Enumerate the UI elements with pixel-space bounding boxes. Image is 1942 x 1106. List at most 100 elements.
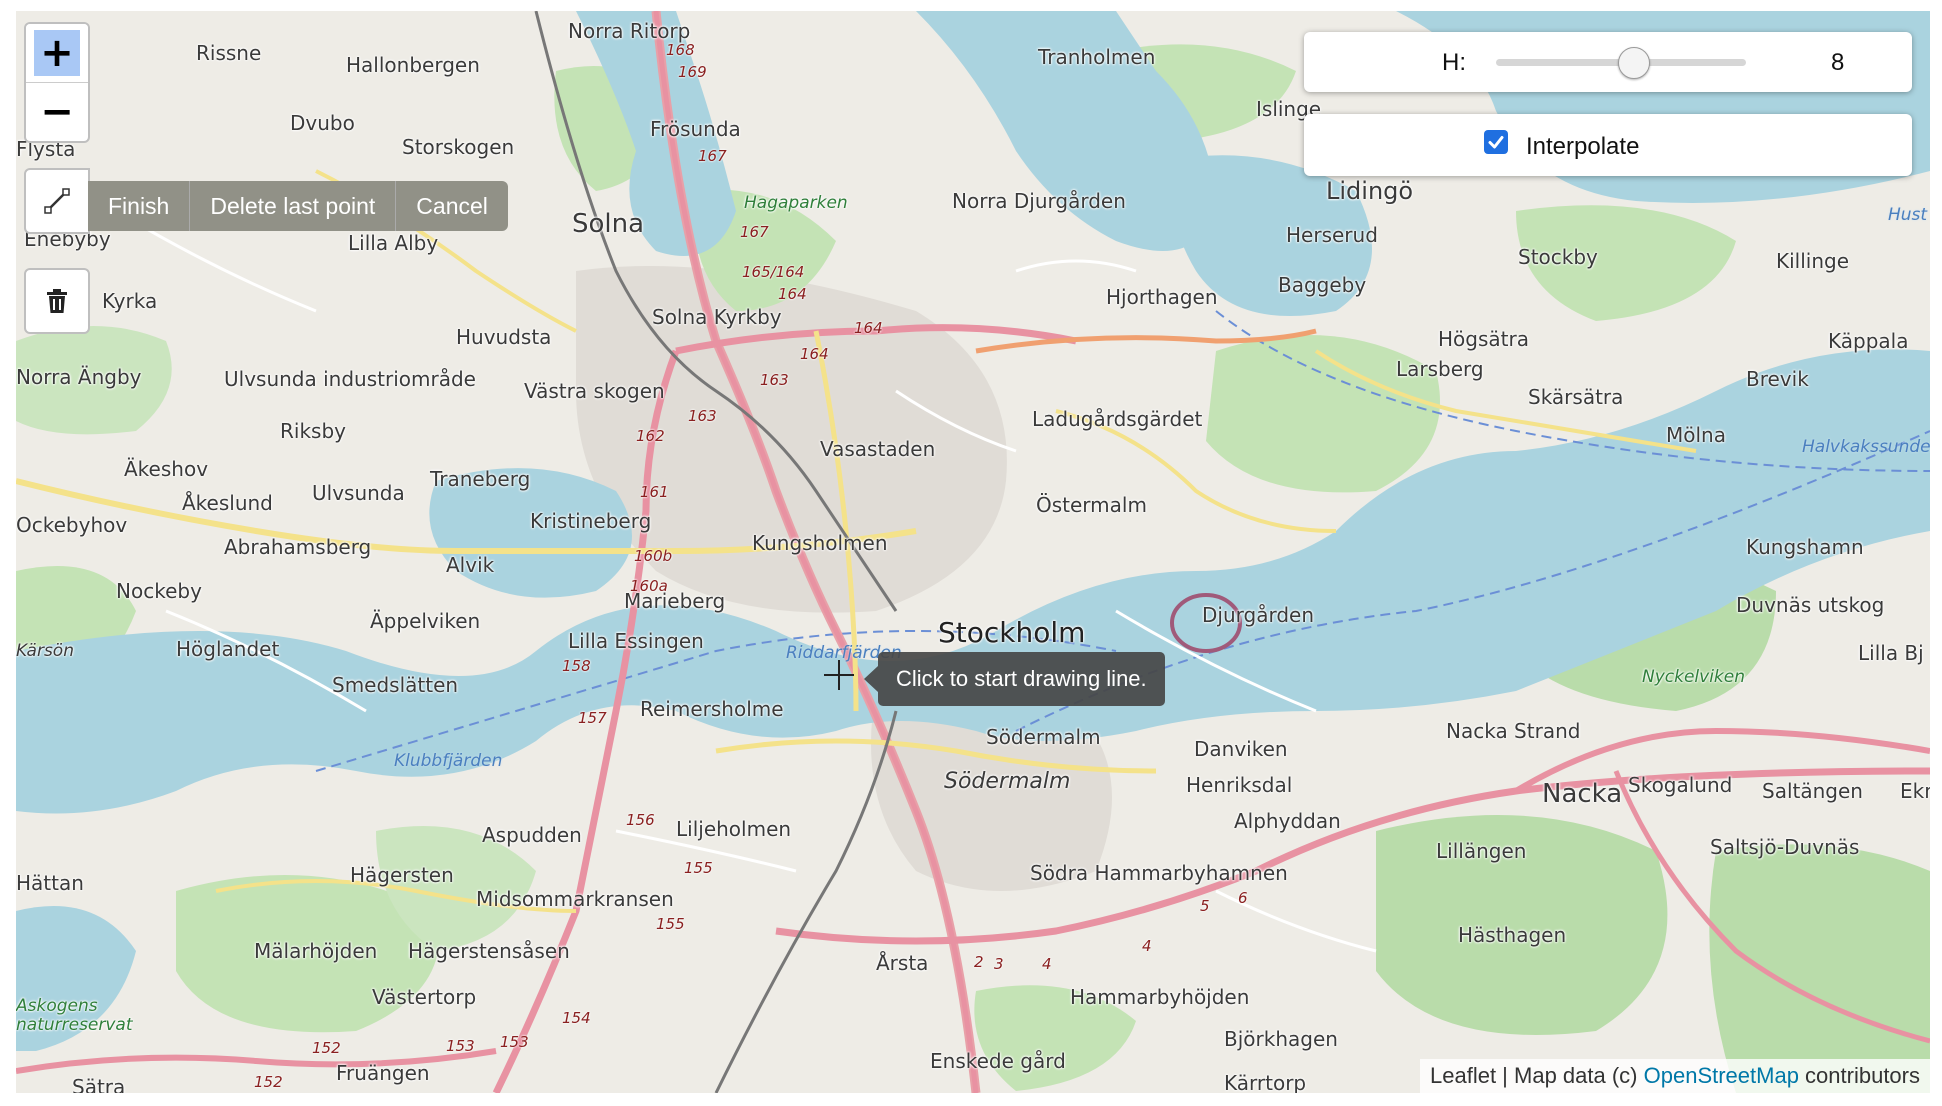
map-label: Mälarhöjden (254, 939, 378, 963)
map-label: Skogalund (1628, 773, 1733, 797)
road-shield: 153 (500, 1033, 529, 1051)
road-shield: 4 (1142, 937, 1152, 955)
map-label: Lilla Essingen (568, 629, 704, 653)
map-label: Åkeslund (182, 491, 273, 515)
map-label: Liljeholmen (676, 817, 792, 841)
map-label: Nockeby (116, 579, 202, 603)
checkmark-icon (1488, 136, 1504, 149)
map-label: Huvudsta (456, 325, 552, 349)
road-shield: 161 (640, 483, 669, 501)
map-label: Södermalm (944, 769, 1071, 794)
map-label: Ockebyhov (16, 513, 128, 537)
osm-link[interactable]: OpenStreetMap (1644, 1063, 1799, 1088)
road-shield: 169 (678, 63, 707, 81)
map-label: Midsommarkransen (476, 887, 674, 911)
map-label: Saltängen (1762, 779, 1863, 803)
map-label: Smedslätten (332, 673, 459, 697)
park-label: Nyckelviken (1642, 667, 1746, 687)
zoom-control: + − (24, 22, 90, 143)
map-label: Solna (572, 209, 645, 239)
water-label: Hust (1888, 205, 1928, 225)
interpolate-checkbox[interactable] (1484, 130, 1508, 154)
finish-button[interactable]: Finish (88, 181, 189, 231)
map-label: Djurgården (1202, 603, 1315, 627)
delete-last-point-button[interactable]: Delete last point (189, 181, 395, 231)
attribution-prefix: Leaflet | Map data (c) (1430, 1063, 1644, 1088)
map-label: Lillängen (1436, 839, 1527, 863)
draw-actions-bar: Finish Delete last point Cancel (88, 181, 508, 231)
map-label: Ekn (1900, 779, 1930, 803)
map-label: Nacka Strand (1446, 719, 1581, 743)
map-label: Storskogen (402, 135, 515, 159)
draw-polyline-button[interactable] (24, 168, 90, 234)
map-label: Saltsjö-Duvnäs (1710, 835, 1860, 859)
map-label: Henriksdal (1186, 773, 1293, 797)
map-label: Tranholmen (1038, 45, 1156, 69)
map-label: Baggeby (1278, 273, 1367, 297)
interpolate-panel: Interpolate (1304, 114, 1912, 176)
map-label: Årsta (876, 951, 929, 975)
attribution: Leaflet | Map data (c) OpenStreetMap con… (1420, 1059, 1930, 1093)
map-label: Dvubo (290, 111, 355, 135)
map-label: Södra Hammarbyhamnen (1030, 861, 1288, 885)
road-shield: 162 (636, 427, 665, 445)
map-label: Lilla Alby (348, 231, 439, 255)
map-label: Nacka (1542, 779, 1623, 809)
interpolate-label: Interpolate (1526, 133, 1640, 160)
map-label: Alphyddan (1234, 809, 1341, 833)
map-label: Killinge (1776, 249, 1850, 273)
map-label: Hallonbergen (346, 53, 480, 77)
road-shield: 163 (688, 407, 717, 425)
map-label: Norra Ängby (16, 365, 142, 389)
map-label: Duvnäs utskog (1736, 593, 1885, 617)
road-shield: 155 (684, 859, 713, 877)
map-label: Traneberg (430, 467, 531, 491)
road-shield: 152 (254, 1073, 283, 1091)
map-label: Hägerstensåsen (408, 939, 570, 963)
map-label: Norra Ritorp (568, 19, 691, 43)
map-label: Danviken (1194, 737, 1288, 761)
map-label: Riksby (280, 419, 346, 443)
map-label: Alvik (446, 553, 495, 577)
zoom-out-button[interactable]: − (26, 82, 88, 141)
height-value: 8 (1831, 49, 1845, 76)
map-label: Hjorthagen (1106, 285, 1218, 309)
water-label: Halvkakssundet (1802, 437, 1930, 457)
water-label: Klubbfjärden (394, 751, 503, 771)
road-shield: 165/164 (742, 263, 805, 281)
delete-layers-button[interactable] (24, 268, 90, 334)
map-label: Norra Djurgården (952, 189, 1126, 213)
map-label: Herserud (1286, 223, 1378, 247)
trash-icon (47, 289, 67, 313)
road-shield: 163 (760, 371, 789, 389)
height-label: H: (1442, 49, 1466, 76)
road-shield: 157 (578, 709, 607, 727)
map-label: Stockby (1518, 245, 1598, 269)
map-label: Aspudden (482, 823, 582, 847)
attribution-suffix: contributors (1798, 1063, 1920, 1088)
height-slider-thumb[interactable] (1617, 47, 1650, 79)
road-shield: 164 (854, 319, 883, 337)
map-label: Högsätra (1438, 327, 1529, 351)
map-label: Kungsholmen (752, 531, 888, 555)
map-label: Rissne (196, 41, 262, 65)
map-label: Larsberg (1396, 357, 1484, 381)
map-label: Östermalm (1036, 493, 1147, 517)
map-label: Kärsön (16, 641, 74, 661)
map-label: Vasastaden (820, 437, 936, 461)
road-shield: 160b (634, 547, 673, 565)
road-shield: 2 (974, 953, 984, 971)
road-shield: 6 (1238, 889, 1248, 907)
road-shield: 152 (312, 1039, 341, 1057)
zoom-in-button[interactable]: + (26, 24, 88, 82)
map-label: Abrahamsberg (224, 535, 372, 559)
map-label: Hägersten (350, 863, 454, 887)
map-label: Äppelviken (370, 609, 481, 633)
map-label: Kungshamn (1746, 535, 1864, 559)
map-label: Solna Kyrkby (652, 305, 782, 329)
map-label: Björkhagen (1224, 1027, 1338, 1051)
road-shield: 154 (562, 1009, 591, 1027)
map-label: Sätra (72, 1075, 126, 1093)
cancel-button[interactable]: Cancel (395, 181, 508, 231)
road-shield: 3 (994, 955, 1004, 973)
